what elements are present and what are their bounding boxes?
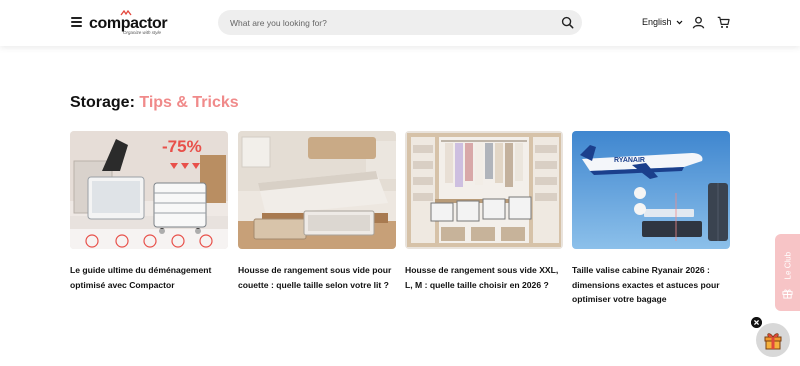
gift-button[interactable] <box>756 323 790 357</box>
hamburger-menu-icon[interactable] <box>71 17 82 27</box>
site-header: compactor Organize with style English <box>0 0 800 46</box>
gift-icon <box>782 289 793 299</box>
cart-icon[interactable] <box>717 16 730 29</box>
airline-name: RYANAIR <box>614 157 645 164</box>
article-title[interactable]: Housse de rangement sous vide XXL, L, M … <box>405 263 563 292</box>
article-card-duvet-bag[interactable]: Housse de rangement sous vide pour couet… <box>238 131 396 292</box>
section-title-prefix: Storage: <box>70 94 140 111</box>
article-card-moving-guide[interactable]: -75% Le guide ultime du déménagement opt… <box>70 131 228 292</box>
logo-tagline: Organize with style <box>123 30 162 35</box>
search-input[interactable] <box>230 15 550 30</box>
article-card-size-guide[interactable]: Housse de rangement sous vide XXL, L, M … <box>405 131 563 292</box>
section-title: Storage: Tips & Tricks <box>70 94 239 112</box>
article-title[interactable]: Housse de rangement sous vide pour couet… <box>238 263 396 292</box>
search-bar <box>218 10 582 35</box>
language-selector[interactable]: English <box>642 17 683 27</box>
chevron-down-icon <box>676 20 682 24</box>
article-title[interactable]: Le guide ultime du déménagement optimisé… <box>70 263 228 292</box>
language-label: English <box>642 17 672 27</box>
le-club-label: Le Club <box>783 251 793 280</box>
le-club-tab[interactable]: Le Club <box>775 234 800 311</box>
logo[interactable]: compactor Organize with style <box>89 10 169 36</box>
section-title-accent: Tips & Tricks <box>139 94 239 111</box>
search-icon[interactable] <box>561 16 574 29</box>
close-icon[interactable] <box>751 317 762 328</box>
article-card-ryanair-cabin[interactable]: RYANAIR Taille valise cabine Ryanair 202… <box>572 131 730 307</box>
article-image-ryanair-plane: RYANAIR <box>572 131 730 249</box>
gift-icon <box>764 333 782 350</box>
article-image-wardrobe-storage <box>405 131 563 249</box>
discount-badge-text: -75% <box>162 137 202 156</box>
user-icon[interactable] <box>692 16 705 29</box>
article-image-under-bed-storage <box>238 131 396 249</box>
article-title[interactable]: Taille valise cabine Ryanair 2026 : dime… <box>572 263 730 307</box>
article-image-vacuum-bags: -75% <box>70 131 228 249</box>
